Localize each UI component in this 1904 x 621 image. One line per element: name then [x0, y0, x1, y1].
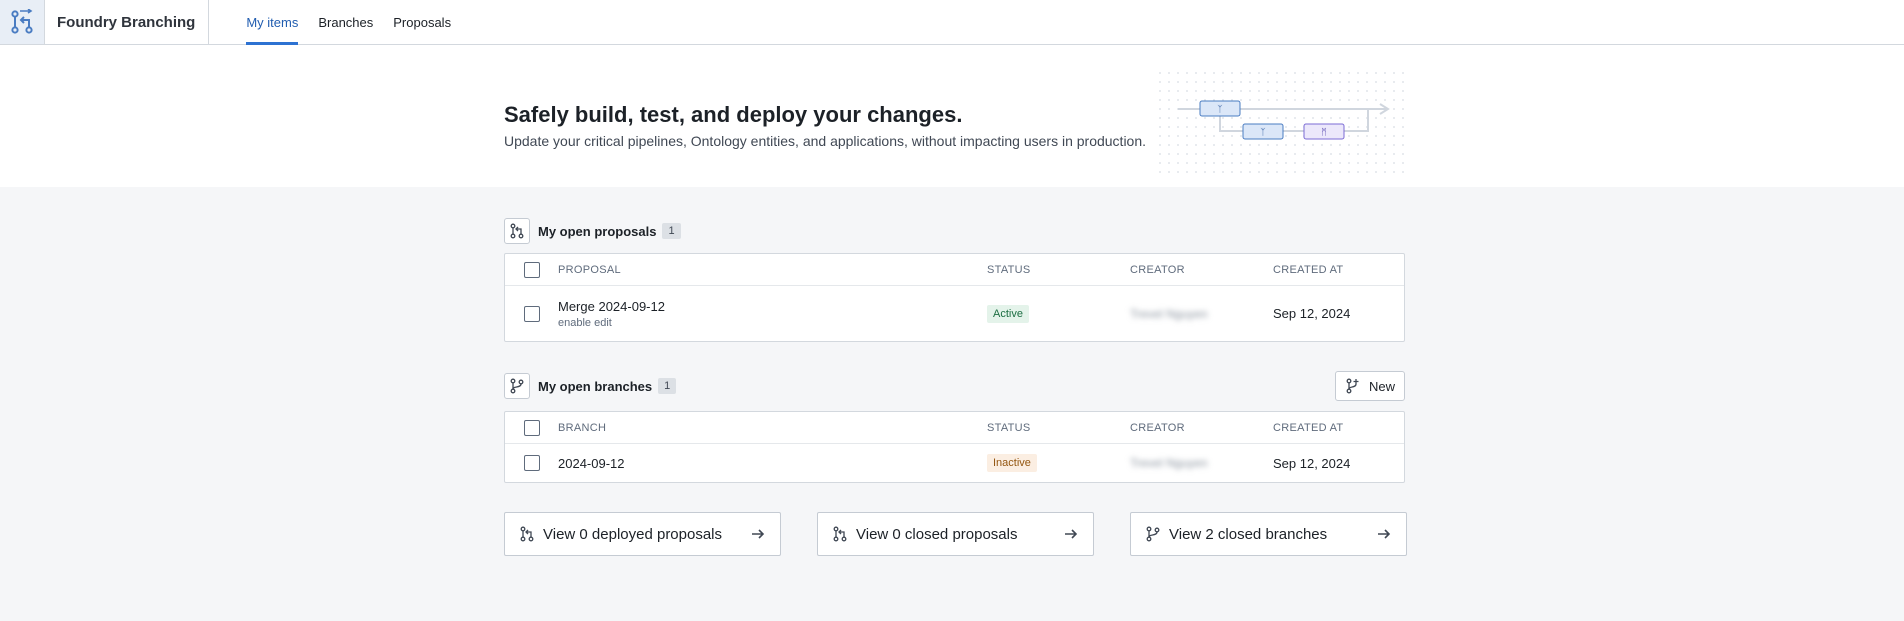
tab-my-items[interactable]: My items	[234, 0, 308, 45]
column-header-creator[interactable]: CREATOR	[1130, 254, 1185, 285]
column-header-creator[interactable]: CREATOR	[1130, 412, 1185, 443]
column-header-branch[interactable]: BRANCH	[558, 412, 606, 443]
card-label: View 2 closed branches	[1169, 525, 1328, 543]
card-label: View 0 closed proposals	[856, 525, 1018, 543]
table-header-row: BRANCH STATUS CREATOR CREATED AT	[505, 412, 1404, 443]
column-header-created-at[interactable]: CREATED AT	[1273, 254, 1343, 285]
open-branches-title: My open branches	[538, 378, 653, 394]
column-header-proposal[interactable]: PROPOSAL	[558, 254, 621, 285]
new-branch-button[interactable]: New	[1335, 371, 1405, 401]
nav-tabs: My items Branches Proposals	[234, 0, 461, 45]
row-checkbox[interactable]	[524, 305, 540, 322]
arrow-right-icon	[1378, 529, 1391, 539]
row-checkbox[interactable]	[524, 455, 540, 471]
table-header-row: PROPOSAL STATUS CREATOR CREATED AT	[505, 254, 1404, 285]
git-pull-icon	[833, 526, 847, 542]
svg-text:ᛗ: ᛗ	[1321, 127, 1326, 138]
column-header-status[interactable]: STATUS	[987, 412, 1031, 443]
creator-name: Trevel Nguyen	[1130, 306, 1208, 321]
new-button-label: New	[1368, 378, 1395, 394]
status-badge: Active	[987, 304, 1029, 323]
hero-title: Safely build, test, and deploy your chan…	[504, 102, 963, 127]
status-badge: Inactive	[987, 454, 1037, 472]
select-all-checkbox[interactable]	[524, 419, 540, 436]
open-branches-count: 1	[658, 378, 677, 394]
view-closed-proposals-card[interactable]: View 0 closed proposals	[817, 512, 1094, 556]
open-proposals-title: My open proposals	[538, 223, 657, 239]
created-date: Sep 12, 2024	[1273, 306, 1351, 321]
created-date: Sep 12, 2024	[1273, 455, 1351, 471]
proposal-name[interactable]: Merge 2024-09-12	[558, 299, 665, 314]
svg-text:ᛉ: ᛉ	[1217, 104, 1222, 115]
top-navigation-bar: Foundry Branching My items Branches Prop…	[0, 0, 1904, 45]
tab-branches[interactable]: Branches	[308, 0, 383, 44]
proposals-table: PROPOSAL STATUS CREATOR CREATED AT Merge…	[504, 253, 1405, 342]
creator-name: Trevel Nguyen	[1130, 456, 1208, 470]
view-deployed-proposals-card[interactable]: View 0 deployed proposals	[504, 512, 781, 556]
tab-proposals[interactable]: Proposals	[383, 0, 461, 44]
column-header-status[interactable]: STATUS	[987, 254, 1031, 285]
git-new-branch-icon	[1346, 378, 1359, 394]
branching-logo-icon	[11, 9, 33, 34]
column-header-created-at[interactable]: CREATED AT	[1273, 412, 1343, 443]
hero-subtitle: Update your critical pipelines, Ontology…	[504, 133, 1147, 149]
arrow-right-icon	[1065, 529, 1078, 539]
table-row[interactable]: Merge 2024-09-12 enable edit Active Trev…	[505, 285, 1404, 341]
git-branch-icon	[504, 373, 530, 399]
hero-banner: Safely build, test, and deploy your chan…	[0, 45, 1904, 187]
branch-name[interactable]: 2024-09-12	[558, 456, 625, 471]
proposal-description: enable edit	[558, 316, 612, 329]
app-title: Foundry Branching	[45, 0, 210, 44]
branches-table: BRANCH STATUS CREATOR CREATED AT 2024-09…	[504, 411, 1405, 483]
git-pull-icon	[520, 526, 534, 542]
select-all-checkbox[interactable]	[524, 261, 540, 278]
card-label: View 0 deployed proposals	[543, 525, 723, 543]
table-row[interactable]: 2024-09-12 Inactive Trevel Nguyen Sep 12…	[505, 443, 1404, 482]
branching-illustration: ᛉ ᛉ ᛗ	[1158, 71, 1410, 177]
history-links: View 0 deployed proposals View 0 closed …	[504, 512, 1407, 556]
git-pull-icon	[504, 218, 530, 244]
arrow-right-icon	[752, 529, 765, 539]
proposal-name-cell[interactable]: Merge 2024-09-12 enable edit	[558, 286, 665, 341]
git-branch-icon	[1146, 526, 1160, 542]
open-proposals-count: 1	[662, 223, 681, 239]
svg-text:ᛉ: ᛉ	[1260, 127, 1265, 138]
open-proposals-header: My open proposals 1	[504, 218, 681, 244]
view-closed-branches-card[interactable]: View 2 closed branches	[1130, 512, 1407, 556]
open-branches-header: My open branches 1	[504, 373, 677, 399]
app-logo[interactable]	[0, 0, 45, 44]
